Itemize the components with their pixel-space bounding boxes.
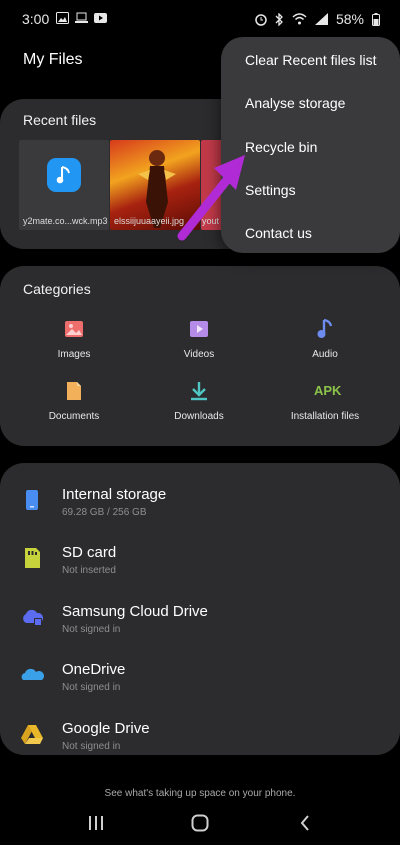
battery-percent: 58% — [335, 11, 364, 27]
storage-samsung-cloud[interactable]: Samsung Cloud Drive Not signed in — [0, 588, 400, 646]
category-videos[interactable]: Videos — [144, 318, 254, 360]
category-images[interactable]: Images — [19, 318, 129, 360]
back-button[interactable] — [290, 810, 320, 836]
image-icon — [65, 321, 83, 337]
home-icon — [191, 814, 209, 832]
storage-name: OneDrive — [62, 661, 126, 678]
annotation-arrow — [177, 155, 245, 241]
category-label: Installation files — [290, 411, 360, 422]
recent-file-name: y2mate.co...wck.mp3 — [23, 216, 108, 226]
storage-sd-card[interactable]: SD card Not inserted — [0, 529, 400, 587]
document-icon — [67, 382, 81, 400]
storage-name: Internal storage — [62, 486, 167, 503]
alarm-icon — [255, 13, 267, 26]
storage-google-drive[interactable]: Google Drive Not signed in — [0, 705, 400, 763]
storage-name: SD card — [62, 544, 117, 561]
recent-apps-button[interactable] — [81, 810, 111, 836]
page-title: My Files — [23, 51, 83, 68]
categories-title: Categories — [23, 281, 91, 297]
category-audio[interactable]: Audio — [270, 318, 380, 360]
category-documents[interactable]: Documents — [19, 380, 129, 422]
navigation-bar — [0, 800, 400, 845]
sd-card-icon — [25, 548, 40, 568]
system-icons: 58% — [255, 11, 380, 27]
storage-internal[interactable]: Internal storage 69.28 GB / 256 GB — [0, 471, 400, 529]
status-bar: 3:00 58% — [0, 0, 400, 38]
category-label: Documents — [48, 411, 100, 422]
recent-apps-icon — [89, 816, 103, 830]
laptop-notification-icon — [75, 12, 88, 23]
video-icon — [190, 321, 208, 337]
music-note-icon — [47, 158, 81, 192]
storage-onedrive[interactable]: OneDrive Not signed in — [0, 646, 400, 704]
menu-analyse-storage[interactable]: Analyse storage — [245, 95, 345, 111]
wifi-icon — [292, 13, 307, 25]
recent-file-thumb[interactable]: y2mate.co...wck.mp3 — [19, 140, 109, 230]
storage-sub: Not inserted — [62, 565, 116, 576]
notification-icons — [56, 12, 107, 24]
apk-icon: APK — [314, 383, 342, 398]
storage-sub: Not signed in — [62, 624, 121, 635]
storage-name: Google Drive — [62, 720, 150, 737]
category-label: Images — [57, 349, 91, 360]
status-time: 3:00 — [22, 11, 50, 27]
category-downloads[interactable]: Downloads — [144, 380, 254, 422]
audio-icon — [317, 318, 333, 338]
category-installation-files[interactable]: APK Installation files — [270, 380, 380, 422]
category-label: Audio — [312, 349, 338, 360]
battery-icon — [372, 12, 380, 26]
signal-icon — [314, 13, 328, 25]
gallery-notification-icon — [56, 12, 69, 24]
recent-files-title: Recent files — [23, 112, 97, 128]
cloud-icon — [23, 609, 44, 626]
category-label: Videos — [183, 349, 215, 360]
storage-sub: Not signed in — [62, 682, 121, 693]
menu-clear-recent[interactable]: Clear Recent files list — [245, 52, 377, 68]
storage-sub: Not signed in — [62, 741, 121, 752]
onedrive-icon — [21, 668, 44, 680]
footer-hint: See what's taking up space on your phone… — [104, 788, 296, 799]
storage-name: Samsung Cloud Drive — [62, 603, 208, 620]
download-icon — [191, 382, 207, 401]
storage-sub: 69.28 GB / 256 GB — [62, 507, 147, 518]
phone-icon — [26, 490, 38, 510]
back-icon — [300, 815, 309, 831]
home-button[interactable] — [185, 810, 215, 836]
google-drive-icon — [21, 725, 43, 744]
youtube-notification-icon — [94, 13, 107, 23]
category-label: Downloads — [174, 411, 224, 422]
bluetooth-icon — [275, 12, 283, 26]
